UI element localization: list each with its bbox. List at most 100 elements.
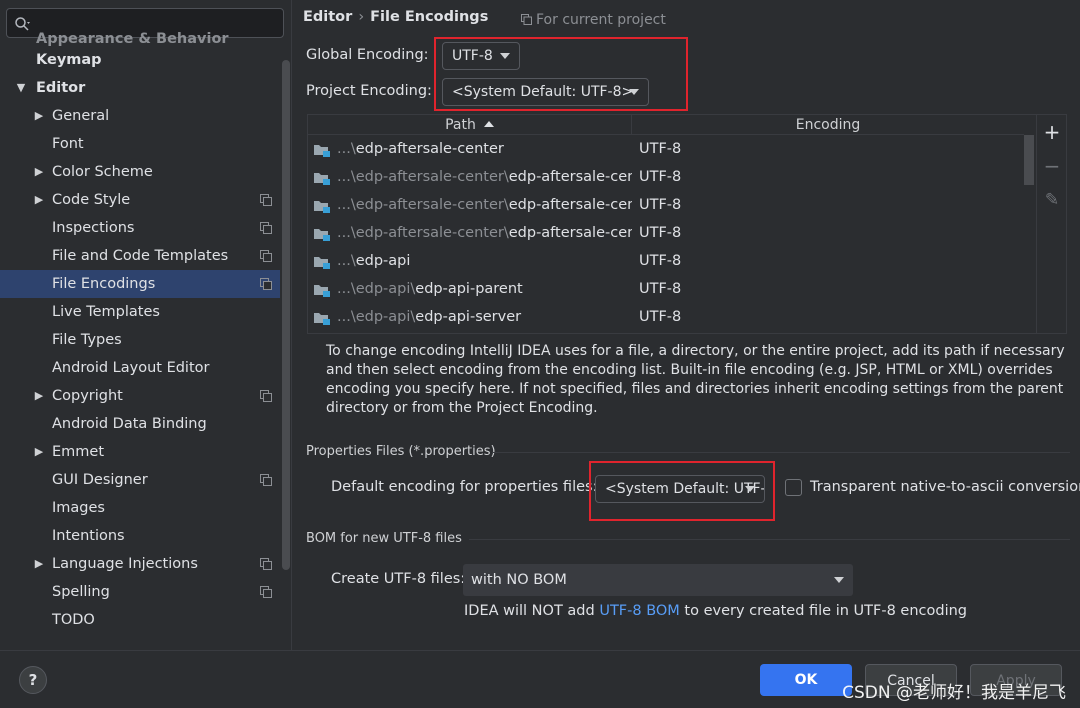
table-row[interactable]: ...\edp-aftersale-center UTF-8 [308, 135, 1024, 163]
sidebar-item-label: Live Templates [52, 304, 160, 320]
transparent-conversion-label[interactable]: Transparent native-to-ascii conversion [810, 479, 1080, 495]
sidebar-item-editor[interactable]: ▼ Editor [0, 74, 280, 102]
settings-sidebar: Appearance & Behavior Keymap ▼ Editor ▶ Gener… [0, 0, 292, 650]
bom-hint-prefix: IDEA will NOT add [464, 603, 600, 619]
bom-hint: IDEA will NOT add UTF-8 BOM to every cre… [464, 603, 967, 619]
sidebar-item-code-style[interactable]: ▶ Code Style [0, 186, 280, 214]
global-encoding-dropdown[interactable]: UTF-8 [442, 42, 520, 70]
path-prefix: ...\edp-aftersale-center\ [337, 197, 509, 213]
path-cell: ...\edp-aftersale-center\edp-aftersale-c… [337, 191, 632, 219]
chevron-down-icon[interactable]: ▼ [14, 74, 28, 102]
breadcrumb-file-encodings: File Encodings [370, 9, 489, 25]
sidebar-item-emmet[interactable]: ▶ Emmet [0, 438, 280, 466]
encoding-cell[interactable]: UTF-8 [639, 191, 681, 219]
sidebar-item-file-and-code-templates[interactable]: File and Code Templates [0, 242, 280, 270]
table-row[interactable]: ...\edp-api\edp-api-parent UTF-8 [308, 275, 1024, 303]
sort-ascending-icon [483, 121, 494, 127]
sidebar-item-keymap[interactable]: Keymap [0, 46, 280, 74]
scope-note: For current project [521, 12, 666, 28]
sidebar-item-spelling[interactable]: Spelling [0, 578, 280, 606]
sidebar-item-font[interactable]: Font [0, 130, 280, 158]
sidebar-item-inspections[interactable]: Inspections [0, 214, 280, 242]
sidebar-item-label: Android Data Binding [52, 416, 207, 432]
search-icon [15, 17, 30, 31]
table-header: Path Encoding [308, 115, 1024, 135]
table-row[interactable]: ...\edp-aftersale-center\edp-aftersale-c… [308, 191, 1024, 219]
chevron-right-icon[interactable]: ▶ [32, 186, 46, 214]
project-scope-icon [260, 390, 272, 402]
sidebar-item-live-templates[interactable]: Live Templates [0, 298, 280, 326]
bom-section-title: BOM for new UTF-8 files [306, 531, 462, 546]
sidebar-item-file-encodings[interactable]: File Encodings [0, 270, 280, 298]
table-row[interactable]: ...\edp-aftersale-center\edp-aftersale-c… [308, 219, 1024, 247]
project-encoding-dropdown[interactable]: <System Default: UTF-8> [442, 78, 649, 106]
encoding-cell[interactable]: UTF-8 [639, 303, 681, 331]
encoding-description: To change encoding IntelliJ IDEA uses fo… [326, 343, 1065, 416]
path-cell: ...\edp-aftersale-center\edp-aftersale-c… [337, 219, 632, 247]
sidebar-item-language-injections[interactable]: ▶ Language Injections [0, 550, 280, 578]
sidebar-item-gui-designer[interactable]: GUI Designer [0, 466, 280, 494]
encoding-cell[interactable]: UTF-8 [639, 275, 681, 303]
table-row[interactable]: ...\edp-api UTF-8 [308, 247, 1024, 275]
chevron-right-icon[interactable]: ▶ [32, 382, 46, 410]
chevron-right-icon[interactable]: ▶ [32, 438, 46, 466]
breadcrumb-separator: › [358, 9, 365, 25]
settings-content: Editor › File Encodings For current projec… [293, 0, 1080, 650]
chevron-right-icon[interactable]: ▶ [32, 550, 46, 578]
module-folder-icon [314, 145, 330, 157]
sidebar-item-intentions[interactable]: Intentions [0, 522, 280, 550]
path-prefix: ...\ [337, 141, 356, 157]
sidebar-item-appearance-behavior[interactable]: Appearance & Behavior [0, 32, 280, 46]
edit-path-button[interactable]: ✎ [1037, 187, 1067, 213]
breadcrumb: Editor › File Encodings [303, 9, 488, 25]
sidebar-item-copyright[interactable]: ▶ Copyright [0, 382, 280, 410]
sidebar-item-todo[interactable]: TODO [0, 606, 280, 634]
breadcrumb-editor[interactable]: Editor [303, 9, 352, 25]
pencil-icon: ✎ [1044, 190, 1060, 210]
sidebar-item-label: Inspections [52, 220, 135, 236]
path-cell: ...\edp-aftersale-center\edp-aftersale-c… [337, 163, 632, 191]
sidebar-item-images[interactable]: Images [0, 494, 280, 522]
chevron-right-icon[interactable]: ▶ [32, 158, 46, 186]
path-name: edp-aftersale-center [508, 225, 632, 241]
help-button[interactable]: ? [19, 666, 47, 694]
table-row[interactable]: ...\edp-aftersale-center\edp-aftersale-c… [308, 163, 1024, 191]
path-cell: ...\edp-api\edp-api-parent [337, 275, 632, 303]
encoding-cell[interactable]: UTF-8 [639, 247, 681, 275]
sidebar-scroll-thumb[interactable] [282, 60, 290, 570]
bom-dropdown[interactable]: with NO BOM [463, 564, 853, 596]
path-prefix: ...\edp-api\ [337, 281, 416, 297]
chevron-down-icon [745, 486, 755, 492]
table-row[interactable]: ...\edp-api\edp-api-server UTF-8 [308, 303, 1024, 331]
encoding-cell[interactable]: UTF-8 [639, 219, 681, 247]
sidebar-item-android-data-binding[interactable]: Android Data Binding [0, 410, 280, 438]
sidebar-item-label: File and Code Templates [52, 248, 229, 264]
watermark: CSDN @老师好！我是羊尼飞 [842, 683, 1066, 703]
add-path-button[interactable]: + [1037, 119, 1067, 145]
project-scope-icon [260, 250, 272, 262]
sidebar-item-label: GUI Designer [52, 472, 148, 488]
scope-label: For current project [536, 12, 666, 28]
project-encoding-value: <System Default: UTF-8> [452, 84, 634, 100]
chevron-down-icon [500, 53, 510, 59]
sidebar-item-android-layout-editor[interactable]: Android Layout Editor [0, 354, 280, 382]
encoding-cell[interactable]: UTF-8 [639, 163, 681, 191]
encoding-cell[interactable]: UTF-8 [639, 135, 681, 163]
sidebar-item-color-scheme[interactable]: ▶ Color Scheme [0, 158, 280, 186]
chevron-right-icon[interactable]: ▶ [32, 102, 46, 130]
remove-path-button[interactable]: − [1037, 153, 1067, 179]
bom-hint-suffix: to every created file in UTF-8 encoding [679, 603, 967, 619]
sidebar-item-label: Emmet [52, 444, 105, 460]
ok-button[interactable]: OK [760, 664, 852, 696]
table-scroll-thumb[interactable] [1024, 135, 1034, 185]
project-encoding-label: Project Encoding: [306, 83, 432, 99]
sidebar-item-general[interactable]: ▶ General [0, 102, 280, 130]
utf8-bom-link[interactable]: UTF-8 BOM [599, 603, 680, 619]
transparent-conversion-checkbox[interactable] [785, 479, 802, 496]
properties-encoding-dropdown[interactable]: <System Default: UTF-8> [595, 475, 765, 503]
path-prefix: ...\edp-aftersale-center\ [337, 225, 509, 241]
sidebar-item-label: Editor [36, 80, 86, 96]
sidebar-item-file-types[interactable]: File Types [0, 326, 280, 354]
column-header-encoding[interactable]: Encoding [632, 115, 1024, 135]
column-header-path[interactable]: Path [308, 115, 632, 135]
